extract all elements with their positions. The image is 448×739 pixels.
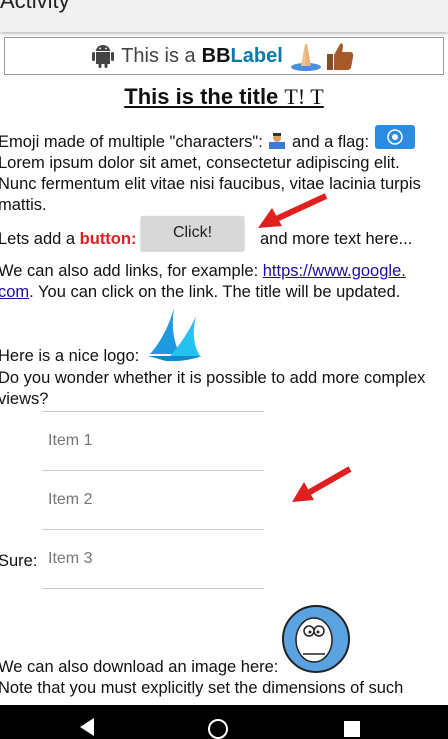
bblabel-label: Label	[230, 44, 283, 67]
thumbs-up-icon	[326, 43, 354, 70]
logo-text: Here is a nice logo:	[0, 347, 140, 365]
item-list[interactable]: Item 1 Item 2 Item 3	[42, 411, 264, 591]
list-item[interactable]: Item 3	[42, 529, 264, 589]
google-link[interactable]: https://www.google.	[263, 262, 406, 280]
app-title: Activity	[0, 0, 70, 13]
complex-question: Do you wonder whether it is possible to …	[0, 369, 426, 408]
app-bar: Activity	[0, 0, 448, 32]
technologist-icon	[269, 133, 286, 149]
home-icon[interactable]	[208, 719, 228, 739]
red-arrow-icon	[258, 193, 328, 228]
android-icon	[92, 45, 115, 68]
list-item[interactable]: Item 1	[42, 411, 264, 470]
bblabel-banner: This is a BB Label	[4, 37, 444, 75]
bblabel-prefix: This is a	[121, 44, 196, 67]
page-title: This is the title T! T	[124, 84, 324, 109]
emoji-paragraph: Emoji made of multiple "characters": and…	[0, 123, 438, 216]
list-item[interactable]: Item 2	[42, 470, 264, 529]
folded-hands-icon	[290, 44, 321, 71]
system-nav-bar	[0, 705, 448, 739]
red-arrow-icon	[292, 466, 352, 502]
google-link-continued[interactable]: com	[0, 283, 29, 301]
click-button[interactable]: Click!	[141, 216, 244, 250]
links-paragraph: We can also add links, for example: http…	[0, 262, 406, 301]
un-flag-icon	[374, 125, 415, 149]
scroll-content[interactable]: This is a BB Label This is the title T! T…	[0, 32, 448, 705]
download-text: We can also download an image here: Note…	[0, 658, 404, 697]
sure-label: Sure:	[0, 552, 38, 570]
recent-apps-icon[interactable]	[344, 721, 360, 737]
back-icon[interactable]	[80, 718, 94, 736]
bblabel-bb: BB	[201, 44, 231, 67]
button-red-label: button:	[79, 230, 137, 248]
